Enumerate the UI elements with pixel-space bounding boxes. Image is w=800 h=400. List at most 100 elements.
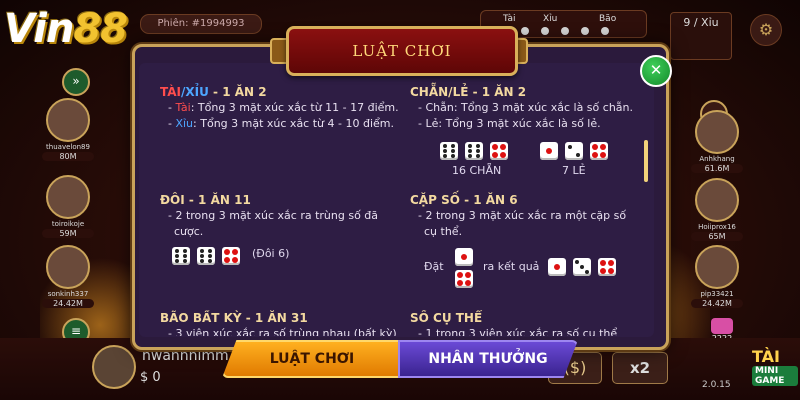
dice-caption: (Đôi 6)	[252, 247, 290, 260]
group-icon	[711, 318, 733, 334]
dice-example-le	[540, 140, 610, 160]
history-tai-label: Tài	[503, 14, 516, 24]
dice-caption-chan: 16 CHẴN	[452, 164, 502, 177]
die-four-icon	[222, 246, 241, 265]
die-four-icon	[490, 141, 509, 160]
rule-title: SỐ CỤ THỂ	[410, 311, 483, 325]
mini-game-title: TÀI	[752, 347, 781, 366]
session-id: Phiên: #1994993	[140, 14, 262, 34]
modal-title: LUẬT CHƠI	[352, 42, 452, 60]
history-xiu-label: Xỉu	[543, 14, 558, 24]
history-dot	[601, 27, 609, 35]
die-three-icon	[573, 257, 592, 276]
player-name: pip33421	[700, 290, 734, 298]
player-seat[interactable]: Anhkhang 61.6M	[685, 110, 749, 173]
rule-title: CẶP SỐ - 1 ĂN 6	[410, 193, 518, 207]
history-dot	[541, 27, 549, 35]
dice-example-doi	[172, 245, 242, 265]
die-one-icon	[540, 141, 558, 160]
rule-line: - 3 viên xúc xắc ra số trùng nhau (bất k…	[168, 327, 397, 336]
die-six-icon	[465, 141, 484, 160]
logo-number: 88	[73, 6, 128, 52]
tab-rewards[interactable]: NHÂN THƯỞNG	[398, 340, 578, 378]
player-money: 24.42M	[42, 299, 94, 308]
rule-title: TÀI/XỈU - 1 ĂN 2	[160, 84, 400, 100]
rule-tai-label: Tài	[175, 101, 191, 114]
tab-rules[interactable]: LUẬT CHƠI	[222, 340, 402, 378]
rule-title: CHẴN/LẺ - 1 ĂN 2	[410, 85, 527, 99]
rule-title: BÃO BẤT KỲ - 1 ĂN 31	[160, 311, 308, 325]
history-dot	[561, 27, 569, 35]
die-one-icon	[548, 257, 566, 276]
rule-bao: BÃO BẤT KỲ - 1 ĂN 31 - 3 viên xúc xắc ra…	[160, 310, 400, 336]
history-bao-label: Bão	[599, 14, 617, 24]
rule-line: - 2 trong 3 mặt xúc xắc ra một cặp số	[418, 209, 627, 222]
dat-label: Đặt	[424, 260, 444, 273]
history-dot	[581, 27, 589, 35]
die-two-icon	[565, 141, 584, 160]
rule-so-cu-the: SỐ CỤ THỂ - 1 trong 3 viên xúc xắc ra số…	[410, 310, 642, 336]
logo-text: Vin	[4, 6, 74, 52]
last-result-box: 9 / Xỉu	[670, 12, 732, 60]
rule-title: ĐÔI - 1 ĂN 11	[160, 193, 251, 207]
dice-caption-le: 7 LẺ	[562, 164, 586, 177]
die-one-icon	[455, 248, 473, 266]
rule-line: - 1 trong 3 viên xúc xắc ra số cụ thể	[418, 327, 618, 336]
tai-mini-game-button[interactable]: TÀI MINI GAME	[752, 348, 798, 390]
player-name: Anhkhang	[699, 155, 735, 163]
player-money: 61.6M	[691, 164, 743, 173]
player-name: sonkinh337	[47, 290, 89, 298]
player-name: thuavelon89	[46, 143, 90, 151]
double-bet-button[interactable]: x2	[612, 352, 668, 384]
rule-line: cược.	[174, 225, 204, 238]
app-version: 2.0.15	[702, 380, 731, 390]
player-money: 80M	[42, 152, 94, 161]
player-seat[interactable]: toiroikoje 59M	[36, 175, 100, 238]
modal-scrollbar[interactable]	[644, 140, 648, 182]
rule-line: - Lẻ: Tổng 3 mặt xúc xắc là số lẻ.	[418, 117, 601, 130]
rule-chan-le: CHẴN/LẺ - 1 ĂN 2 - Chẵn: Tổng 3 mặt xúc …	[410, 84, 642, 132]
rule-cap-so: CẶP SỐ - 1 ĂN 6 - 2 trong 3 mặt xúc xắc …	[410, 192, 642, 240]
die-four-icon	[455, 270, 473, 288]
player-name: Hoiiprox16	[698, 223, 736, 231]
player-avatar	[695, 110, 739, 154]
my-avatar[interactable]	[92, 345, 136, 389]
rule-title-tai: TÀI	[160, 85, 182, 99]
rule-line: - Tài: Tổng 3 mặt xúc xắc từ 11 - 17 điể…	[168, 101, 399, 114]
player-avatar	[46, 175, 90, 219]
close-icon[interactable]: ✕	[640, 55, 672, 87]
player-money: 59M	[42, 229, 94, 238]
player-money: 65M	[691, 232, 743, 241]
ra-ket-qua-label: ra kết quả	[483, 260, 540, 273]
die-four-icon	[590, 141, 609, 160]
settings-gear-icon[interactable]: ⚙	[750, 14, 782, 46]
rule-tai-text: : Tổng 3 mặt xúc xắc từ 11 - 17 điểm.	[190, 101, 399, 114]
player-seat[interactable]: sonkinh337 24.42M	[36, 245, 100, 308]
player-name: toiroikoje	[51, 220, 85, 228]
player-seat[interactable]: pip33421 24.42M	[685, 245, 749, 308]
last-result-label: 9 / Xỉu	[683, 16, 719, 29]
die-six-icon	[172, 246, 190, 265]
player-seat[interactable]: Hoiiprox16 65M	[685, 178, 749, 241]
player-seat[interactable]: thuavelon89 80M	[36, 98, 100, 161]
rule-tai-xiu: TÀI/XỈU - 1 ĂN 2 - Tài: Tổng 3 mặt xúc x…	[160, 84, 400, 132]
my-balance: $ 0	[140, 370, 161, 385]
rule-line: cụ thể.	[424, 225, 463, 238]
rule-line: - Chẵn: Tổng 3 mặt xúc xắc là số chẵn.	[418, 101, 633, 114]
rule-title-xiu: XỈU	[185, 85, 209, 99]
sound-button[interactable]: »	[62, 68, 90, 96]
mini-game-label: MINI GAME	[752, 366, 798, 386]
history-dot	[521, 27, 529, 35]
die-six-icon	[440, 141, 458, 160]
die-four-icon	[598, 257, 617, 276]
rule-line: - 2 trong 3 mặt xúc xắc ra trùng số đã	[168, 209, 379, 222]
player-avatar	[695, 178, 739, 222]
dice-example-pair	[455, 248, 477, 288]
dice-example-chan	[440, 140, 510, 160]
modal-header: LUẬT CHƠI	[286, 26, 518, 76]
die-six-icon	[197, 246, 216, 265]
player-avatar	[695, 245, 739, 289]
player-money: 24.42M	[691, 299, 743, 308]
my-name: hwannhimm	[142, 348, 229, 364]
rule-doi: ĐÔI - 1 ĂN 11 - 2 trong 3 mặt xúc xắc ra…	[160, 192, 400, 240]
